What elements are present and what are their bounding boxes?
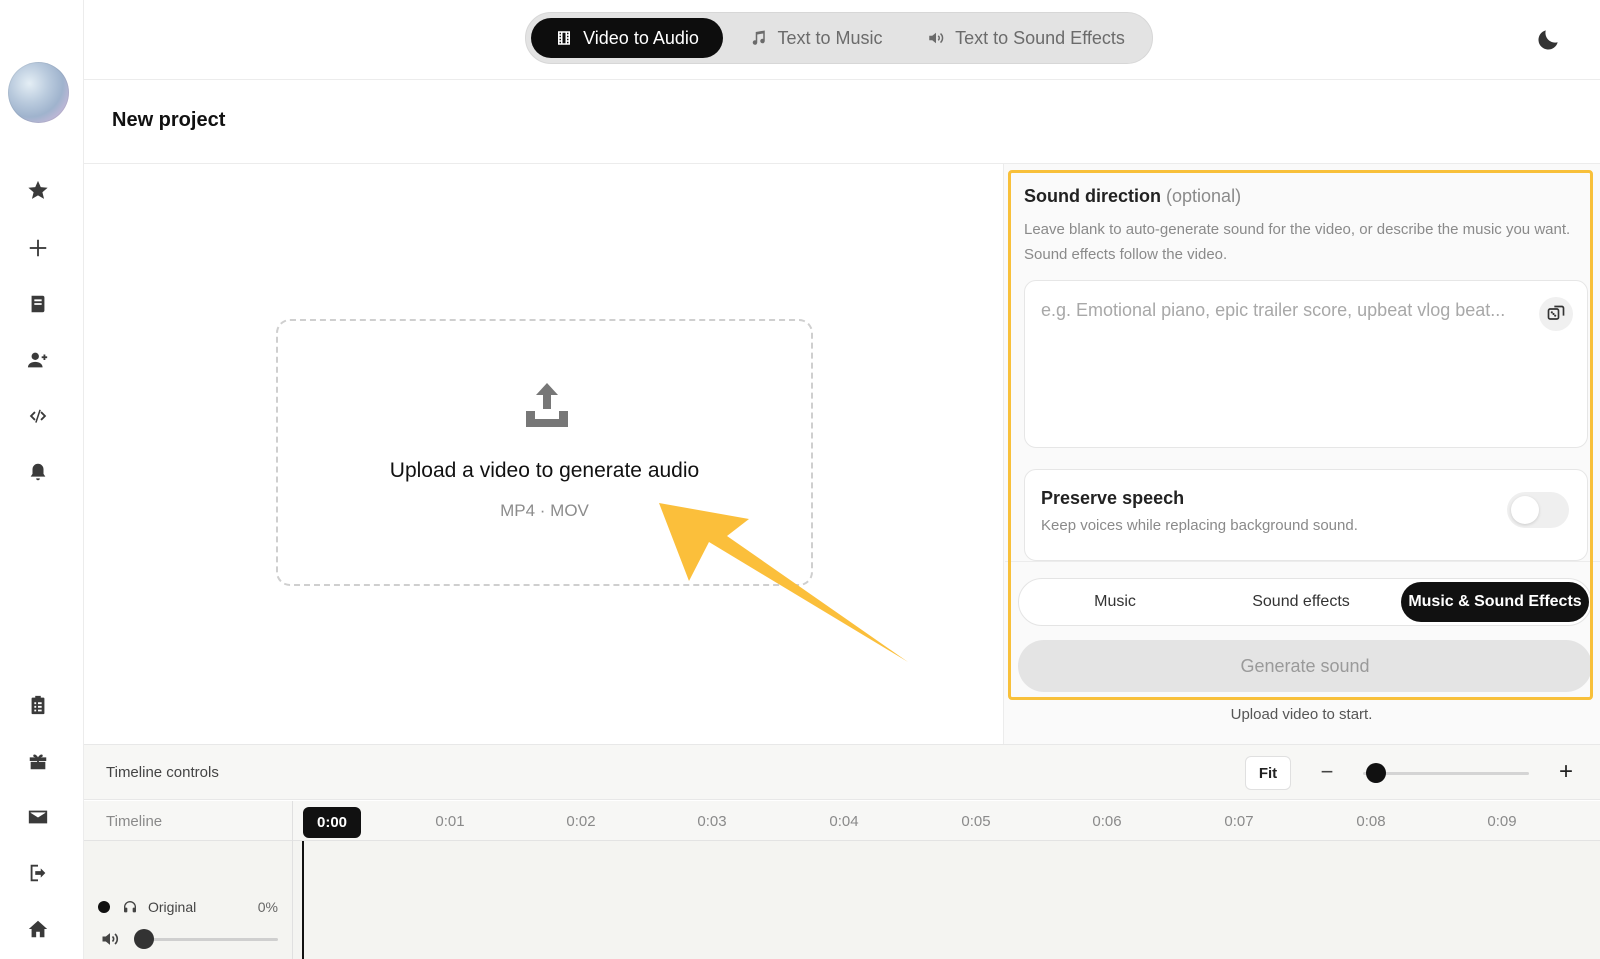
timeline-controls-label: Timeline controls (106, 764, 219, 781)
page-title: New project (112, 109, 226, 131)
track-name: Original (148, 899, 197, 915)
tab-text-to-music[interactable]: Text to Music (731, 18, 901, 58)
mode-music[interactable]: Music (1023, 582, 1207, 622)
randomize-button[interactable] (1539, 297, 1573, 331)
optional-label: (optional) (1166, 186, 1242, 206)
mail-icon[interactable] (22, 801, 54, 833)
sidebar (0, 0, 84, 959)
music-note-icon (753, 30, 766, 45)
timeline-label: Timeline (106, 813, 163, 830)
timeline-tick: 0:06 (1092, 813, 1122, 830)
video-dropzone[interactable]: Upload a video to generate audio MP4 · M… (276, 319, 813, 586)
speaker-icon (929, 32, 944, 44)
add-user-icon[interactable] (22, 344, 54, 376)
timeline-tick: 0:04 (829, 813, 859, 830)
output-mode-switcher: Music Sound effects Music & Sound Effect… (1018, 578, 1592, 626)
upload-title: Upload a video to generate audio (389, 459, 700, 482)
upload-hint: Upload video to start. (1230, 706, 1373, 723)
film-icon (558, 31, 571, 45)
upload-icon (526, 383, 568, 427)
zoom-in-button[interactable]: + (1554, 755, 1578, 789)
sound-direction-input[interactable] (1041, 297, 1511, 427)
sound-direction-label: Sound direction (1024, 186, 1161, 206)
plus-icon[interactable] (22, 232, 54, 264)
code-icon[interactable] (22, 400, 54, 432)
track-original[interactable]: Original 0% (98, 895, 278, 919)
track-volume-value: 0% (257, 899, 278, 915)
tab-label: Text to Sound Effects (955, 27, 1125, 48)
tab-text-to-sound-effects[interactable]: Text to Sound Effects (911, 18, 1141, 58)
playhead[interactable] (302, 841, 304, 959)
zoom-slider-thumb[interactable] (1366, 763, 1386, 783)
headphones-icon (124, 901, 136, 913)
dice-icon (1547, 305, 1565, 320)
tab-label: Video to Audio (583, 27, 699, 48)
toggle-knob (1511, 496, 1539, 524)
generate-sound-button[interactable]: Generate sound (1018, 640, 1592, 692)
timeline-tick: 0:05 (961, 813, 991, 830)
upload-formats: MP4 · MOV (500, 501, 589, 520)
preserve-speech-toggle[interactable] (1507, 492, 1569, 528)
project-header: New project (84, 81, 1600, 164)
track-color-dot (98, 901, 110, 913)
preserve-speech-card: Preserve speech Keep voices while replac… (1024, 469, 1588, 561)
timeline: Timeline 0:00 0:01 0:02 0:03 0:04 0:05 0… (84, 801, 1600, 959)
fit-button[interactable]: Fit (1245, 756, 1291, 790)
moon-icon[interactable] (1536, 26, 1562, 52)
tab-video-to-audio[interactable]: Video to Audio (531, 18, 723, 58)
preserve-speech-title: Preserve speech (1041, 488, 1185, 508)
timeline-tick: 0:03 (697, 813, 727, 830)
gift-icon[interactable] (22, 745, 54, 777)
mode-music-and-sound-effects[interactable]: Music & Sound Effects (1401, 582, 1589, 622)
timeline-tick: 0:01 (435, 813, 465, 830)
volume-icon[interactable] (100, 929, 120, 949)
mode-sound-effects[interactable]: Sound effects (1209, 582, 1393, 622)
timeline-tick: 0:08 (1356, 813, 1386, 830)
track-volume-control (100, 927, 280, 951)
book-icon[interactable] (22, 288, 54, 320)
current-time-badge[interactable]: 0:00 (303, 807, 361, 838)
volume-slider-track[interactable] (144, 938, 278, 941)
preserve-speech-subtitle: Keep voices while replacing background s… (1041, 517, 1358, 534)
top-bar: Video to Audio Text to Music Text to Sou… (84, 0, 1600, 80)
zoom-slider-track[interactable] (1363, 772, 1529, 775)
home-icon[interactable] (22, 913, 54, 945)
track-header-divider (292, 801, 293, 959)
timeline-ruler: Timeline 0:00 0:01 0:02 0:03 0:04 0:05 0… (84, 801, 1600, 841)
sound-direction-description: Leave blank to auto-generate sound for t… (1024, 221, 1571, 263)
timeline-controls: Timeline controls Fit − + (84, 744, 1600, 800)
volume-slider-thumb[interactable] (134, 929, 154, 949)
avatar[interactable] (8, 62, 69, 123)
sound-direction-title: Sound direction (optional) (1024, 186, 1241, 207)
timeline-tick: 0:09 (1487, 813, 1517, 830)
zoom-out-button[interactable]: − (1315, 755, 1339, 789)
mode-switcher: Video to Audio Text to Music Text to Sou… (525, 12, 1153, 64)
star-icon[interactable] (22, 174, 54, 206)
logout-icon[interactable] (22, 857, 54, 889)
timeline-tick: 0:07 (1224, 813, 1254, 830)
bell-icon[interactable] (22, 456, 54, 488)
upload-area: Upload a video to generate audio MP4 · M… (84, 164, 1003, 744)
timeline-tick: 0:02 (566, 813, 596, 830)
sound-direction-box (1024, 280, 1588, 448)
clipboard-icon[interactable] (22, 689, 54, 721)
tab-label: Text to Music (777, 27, 883, 48)
